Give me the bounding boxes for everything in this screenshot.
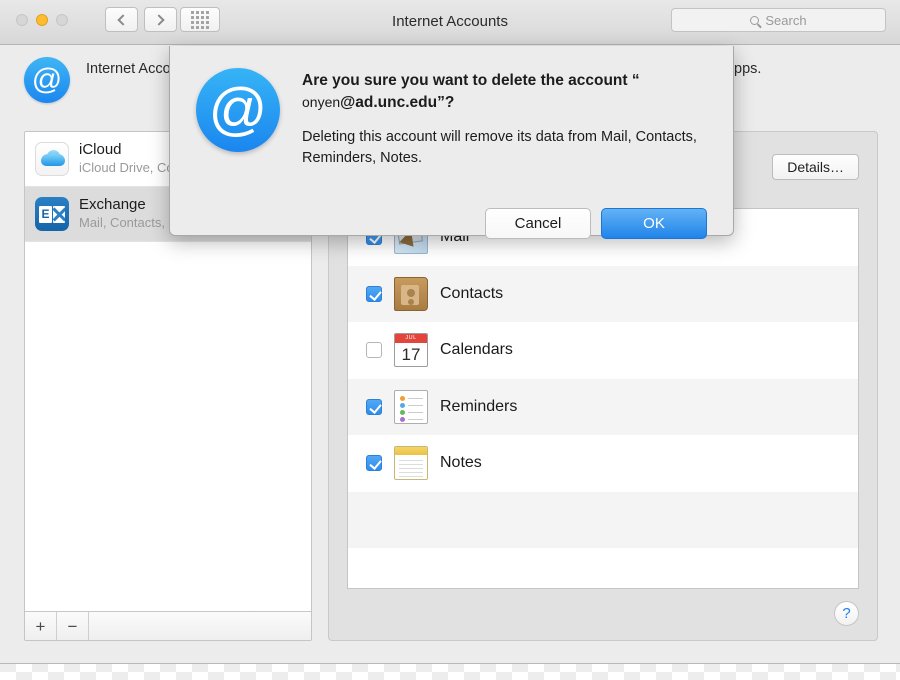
- dialog-account-domain: @ad.unc.edu”?: [340, 94, 455, 112]
- search-icon: [750, 15, 760, 25]
- dialog-buttons: Cancel OK: [485, 208, 707, 239]
- search-placeholder: Search: [765, 12, 807, 28]
- at-sign-icon: @: [24, 57, 70, 103]
- dialog-message: Deleting this account will remove its da…: [302, 128, 697, 166]
- notes-icon: [394, 446, 428, 481]
- reminders-icon: [394, 389, 428, 424]
- service-label: Contacts: [440, 284, 504, 302]
- icloud-icon: [35, 142, 69, 176]
- service-label: Notes: [440, 454, 482, 472]
- cancel-button[interactable]: Cancel: [485, 208, 591, 239]
- exchange-icon: E: [35, 197, 69, 231]
- internet-accounts-window: Internet Accounts Search @ Internet Acco…: [0, 0, 900, 664]
- service-row-calendars[interactable]: Calendars: [348, 322, 858, 379]
- sidebar-toolbar-filler: [89, 612, 311, 640]
- delete-account-dialog: @ Are you sure you want to delete the ac…: [169, 46, 734, 239]
- help-button[interactable]: ?: [834, 601, 859, 626]
- contacts-icon: [394, 276, 428, 311]
- service-label: Reminders: [440, 397, 518, 415]
- calendar-icon: [394, 333, 428, 368]
- dialog-title: Are you sure you want to delete the acco…: [302, 70, 707, 115]
- service-checkbox[interactable]: [366, 455, 382, 472]
- search-field[interactable]: Search: [671, 8, 886, 32]
- service-label: Calendars: [440, 341, 513, 359]
- dialog-account-user: onyen: [302, 94, 341, 111]
- window-toolbar: Internet Accounts Search: [0, 0, 900, 45]
- service-checkbox[interactable]: [366, 342, 382, 359]
- at-sign-icon: @: [196, 68, 280, 152]
- services-list: Mail Contacts Calendars Reminders: [347, 208, 859, 589]
- service-checkbox[interactable]: [366, 398, 382, 415]
- dialog-quote-open: “: [631, 72, 640, 89]
- ok-button[interactable]: OK: [601, 208, 707, 239]
- dialog-title-lead: Are you sure you want to delete the acco…: [302, 72, 628, 89]
- service-row-empty: [348, 491, 858, 548]
- service-checkbox[interactable]: [366, 285, 382, 302]
- details-button[interactable]: Details…: [772, 154, 859, 180]
- service-row-contacts[interactable]: Contacts: [348, 265, 858, 322]
- sidebar-toolbar: + −: [25, 611, 311, 640]
- service-row-reminders[interactable]: Reminders: [348, 378, 858, 435]
- remove-account-button[interactable]: −: [57, 612, 89, 640]
- service-row-notes[interactable]: Notes: [348, 435, 858, 492]
- add-account-button[interactable]: +: [25, 612, 57, 640]
